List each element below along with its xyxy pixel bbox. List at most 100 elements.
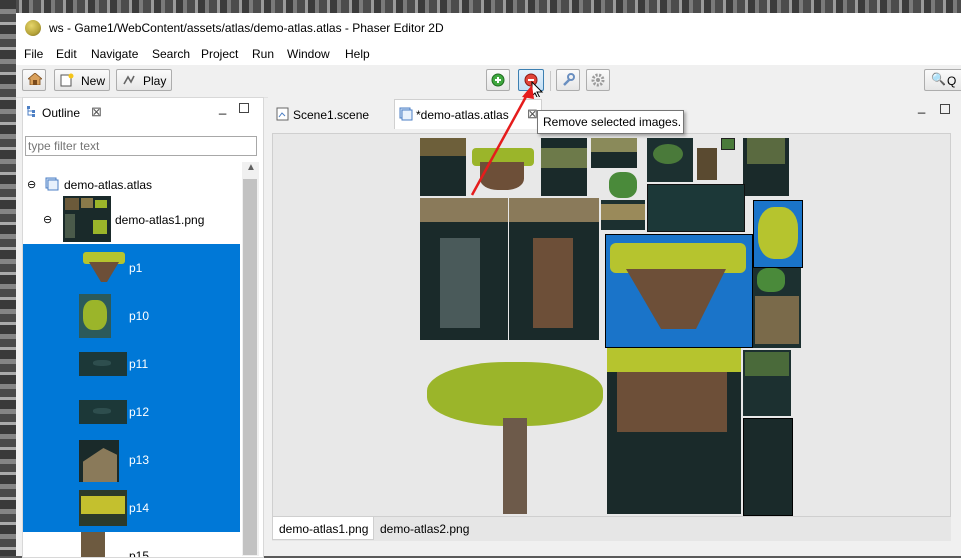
menu-window[interactable]: Window: [287, 47, 330, 61]
tab-label: demo-atlas2.png: [380, 522, 470, 536]
sprite-tile[interactable]: [420, 198, 508, 340]
settings-button[interactable]: [556, 69, 580, 91]
atlas-root-label[interactable]: demo-atlas.atlas: [64, 178, 152, 192]
tab-label: Scene1.scene: [293, 108, 370, 122]
gear-icon: [591, 73, 605, 87]
outline-scrollbar[interactable]: ▲: [242, 162, 259, 556]
window-title: ws - Game1/WebContent/assets/atlas/demo-…: [49, 21, 444, 35]
list-item[interactable]: p13: [23, 436, 240, 484]
list-item-label: p10: [129, 309, 150, 323]
list-item[interactable]: p1: [23, 244, 240, 292]
sprite-tile[interactable]: [601, 200, 645, 230]
sprite-tile[interactable]: [541, 138, 587, 196]
sprite-thumbnail: [79, 294, 111, 338]
quick-access-label: Q: [947, 74, 957, 88]
outline-tab-label[interactable]: Outline: [42, 106, 80, 120]
atlas-file-icon: [399, 107, 413, 121]
app-window: ws - Game1/WebContent/assets/atlas/demo-…: [16, 13, 961, 558]
wrench-icon: [563, 73, 575, 86]
menu-file[interactable]: File: [24, 47, 43, 61]
sprite-thumbnail: [79, 440, 119, 482]
sprite-tile[interactable]: [601, 172, 645, 198]
sprite-tile[interactable]: [607, 348, 741, 514]
title-bar: ws - Game1/WebContent/assets/atlas/demo-…: [16, 13, 961, 43]
sprite-tile[interactable]: [697, 148, 717, 180]
minimize-icon[interactable]: _: [219, 100, 226, 115]
home-icon: [28, 73, 42, 85]
home-button[interactable]: [22, 69, 46, 91]
sprite-tile[interactable]: [743, 350, 791, 416]
maximize-icon[interactable]: [940, 104, 950, 114]
tooltip: Remove selected images.: [537, 110, 684, 134]
list-item-label: p12: [129, 405, 150, 419]
toolbar-separator: [550, 71, 551, 91]
list-item[interactable]: p11: [23, 340, 240, 388]
menu-search[interactable]: Search: [152, 47, 190, 61]
tab-page-1[interactable]: demo-atlas1.png: [272, 517, 374, 540]
sprite-tile[interactable]: [721, 138, 735, 150]
texture-page-tabs: demo-atlas1.png demo-atlas2.png: [272, 517, 951, 541]
menu-project[interactable]: Project: [201, 47, 238, 61]
sprite-tile-selected[interactable]: [605, 234, 753, 348]
sprite-tile[interactable]: [509, 198, 599, 340]
menu-navigate[interactable]: Navigate: [91, 47, 138, 61]
texture-label[interactable]: demo-atlas1.png: [115, 213, 204, 227]
search-icon: 🔍: [931, 72, 946, 86]
quick-access-search[interactable]: 🔍 Q: [924, 69, 961, 91]
sprite-tile[interactable]: [420, 138, 466, 196]
sprite-tile[interactable]: [743, 138, 789, 196]
outline-tab-bar: Outline ⊠ _: [23, 98, 263, 126]
minimize-icon[interactable]: _: [918, 99, 925, 114]
outline-icon: [27, 106, 35, 117]
list-item[interactable]: p14: [23, 484, 240, 532]
gear-button[interactable]: [586, 69, 610, 91]
sprite-tile[interactable]: [647, 184, 745, 232]
new-button-label: New: [81, 74, 106, 88]
outline-panel: Outline ⊠ _ ⊖ demo-atlas.atlas ⊖ demo-at…: [22, 97, 264, 558]
scene-file-icon: [276, 107, 289, 121]
play-button[interactable]: Play: [116, 69, 172, 91]
new-file-icon: [60, 73, 74, 87]
collapse-icon[interactable]: ⊖: [27, 178, 36, 191]
collapse-icon[interactable]: ⊖: [43, 213, 52, 226]
sprite-thumbnail: [79, 400, 127, 424]
new-button[interactable]: New: [54, 69, 110, 91]
menu-edit[interactable]: Edit: [56, 47, 77, 61]
editor-area: Scene1.scene *demo-atlas.atlas ⊠ _ demo-…: [268, 97, 961, 556]
tooltip-text: Remove selected images.: [543, 115, 682, 129]
desktop-background: [0, 0, 961, 13]
menu-run[interactable]: Run: [252, 47, 274, 61]
sprite-thumbnail: [79, 352, 127, 376]
sprite-thumbnail: [79, 490, 127, 526]
list-item-label: p11: [129, 357, 149, 371]
scroll-up-icon[interactable]: ▲: [246, 162, 256, 173]
sprite-tile-selected[interactable]: [753, 200, 803, 268]
sprite-tile[interactable]: [753, 268, 801, 348]
sprite-tile[interactable]: [419, 348, 605, 514]
tab-label: demo-atlas1.png: [279, 522, 369, 536]
tab-page-2[interactable]: demo-atlas2.png: [376, 517, 476, 540]
sprite-tile[interactable]: [591, 138, 637, 168]
play-icon: [123, 75, 135, 85]
sprite-tile[interactable]: [743, 418, 793, 516]
list-item[interactable]: p12: [23, 388, 240, 436]
close-icon[interactable]: ⊠: [91, 104, 102, 120]
sprite-thumbnail: [81, 532, 105, 557]
filter-box: [25, 136, 257, 156]
annotation-arrow: [470, 85, 534, 196]
menu-bar: File Edit Navigate Search Project Run Wi…: [16, 43, 961, 65]
list-item[interactable]: p15: [23, 532, 240, 557]
sprite-thumbnail: [81, 250, 127, 284]
sprite-tile[interactable]: [647, 138, 693, 182]
list-item[interactable]: p10: [23, 292, 240, 340]
atlas-canvas[interactable]: [272, 133, 951, 517]
scrollbar-thumb[interactable]: [243, 179, 257, 555]
atlas-file-icon: [45, 177, 59, 191]
maximize-icon[interactable]: [239, 103, 249, 113]
list-item-label: p13: [129, 453, 150, 467]
menu-help[interactable]: Help: [345, 47, 370, 61]
tab-scene[interactable]: Scene1.scene: [274, 103, 386, 127]
play-button-label: Play: [143, 74, 167, 88]
filter-input[interactable]: [27, 138, 257, 154]
texture-thumbnail: [63, 196, 111, 242]
